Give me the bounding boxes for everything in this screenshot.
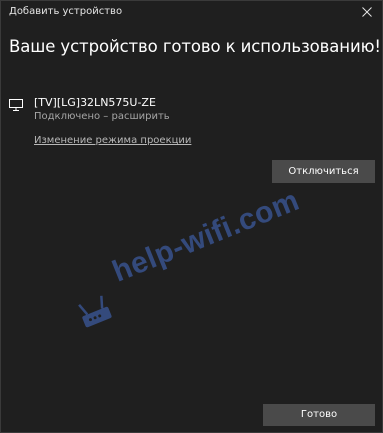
- add-device-dialog: Добавить устройство Ваше устройство гото…: [0, 0, 383, 433]
- page-title: Ваше устройство готово к использованию!: [9, 37, 381, 56]
- watermark: help-wifi.com: [73, 184, 305, 304]
- window-title: Добавить устройство: [9, 6, 123, 17]
- watermark-text: help-wifi.com: [107, 183, 304, 289]
- close-icon: [362, 7, 372, 17]
- disconnect-button[interactable]: Отключиться: [272, 160, 375, 183]
- device-name[interactable]: [TV][LG]32LN575U-ZE: [34, 96, 156, 109]
- titlebar: Добавить устройство: [1, 1, 382, 24]
- monitor-icon: [9, 99, 23, 111]
- close-button[interactable]: [352, 1, 382, 24]
- projection-mode-link[interactable]: Изменение режима проекции: [34, 135, 191, 146]
- done-button[interactable]: Готово: [263, 404, 375, 426]
- device-status: Подключено – расширить: [34, 111, 170, 122]
